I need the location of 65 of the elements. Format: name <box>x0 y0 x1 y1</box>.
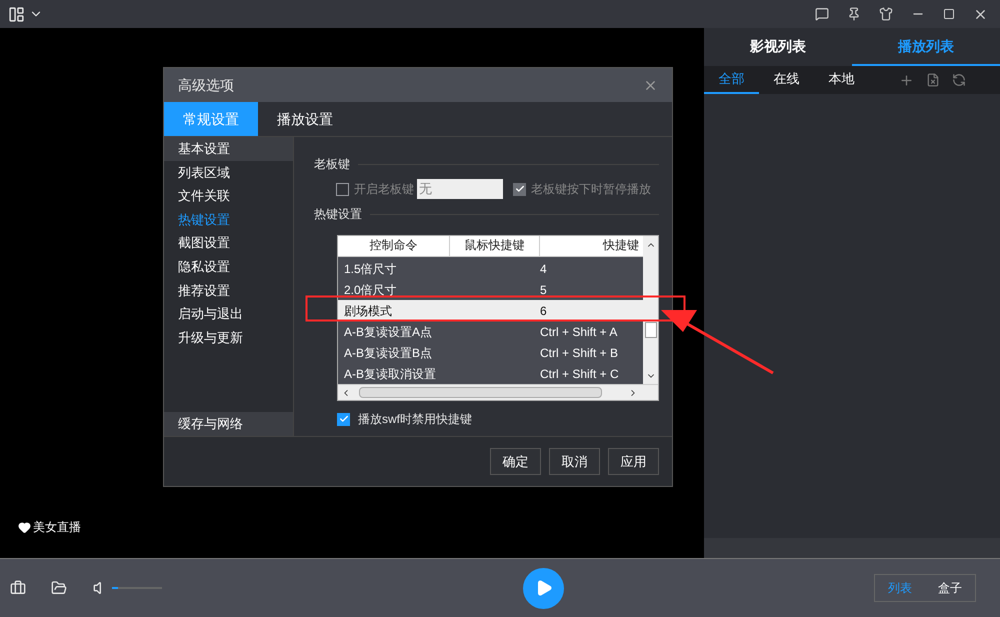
checkbox[interactable] <box>513 182 526 196</box>
table-cell-text: 5 <box>540 282 548 298</box>
dialog-tab[interactable]: 播放设置 <box>258 102 352 136</box>
maximize-icon[interactable] <box>943 8 955 20</box>
section-heading: 热键设置 <box>314 206 362 223</box>
nav-item[interactable]: 截图设置 <box>164 231 293 255</box>
column-header[interactable]: 鼠标快捷键 <box>450 236 540 256</box>
table-cell-text: A-B复读取消设置 <box>343 366 438 382</box>
table-cell-text: 剧场模式 <box>343 302 393 320</box>
nav-item[interactable]: 推荐设置 <box>164 278 293 302</box>
nav-item[interactable]: 列表区域 <box>164 160 293 184</box>
dialog-button[interactable]: 应用 <box>608 448 659 475</box>
nav-item[interactable]: 升级与更新 <box>164 326 293 350</box>
table-cell-text: A-B复读设置A点 <box>343 324 434 340</box>
open-folder-icon[interactable] <box>51 580 67 596</box>
loop-icon[interactable] <box>952 73 966 87</box>
pin-icon[interactable] <box>847 7 861 21</box>
table-cell-text: 2.0倍尺寸 <box>343 282 398 298</box>
table-cell-text: 1.5倍尺寸 <box>343 260 398 278</box>
checkbox[interactable] <box>337 412 350 426</box>
table-row[interactable]: 1.5倍尺寸 4 <box>338 258 643 279</box>
horizontal-scrollbar[interactable] <box>338 384 658 400</box>
shirt-icon[interactable] <box>879 7 893 21</box>
checkbox-label: 播放swf时禁用快捷键 <box>358 411 472 428</box>
play-button[interactable] <box>522 568 564 608</box>
checkbox-label: 老板键按下时暂停播放 <box>531 181 651 198</box>
feedback-icon[interactable] <box>815 7 829 21</box>
dialog-button[interactable]: 确定 <box>490 448 541 475</box>
table-cell-text: Ctrl + Shift + C <box>540 366 620 382</box>
panel-tab[interactable]: 影视列表 <box>704 28 852 66</box>
toolbox-icon[interactable] <box>10 580 26 596</box>
view-toggle[interactable]: 盒子 <box>925 575 975 601</box>
table-row[interactable]: 剧场模式 6 <box>338 300 643 321</box>
dialog-button[interactable]: 取消 <box>549 448 600 475</box>
column-header[interactable]: 快捷键 <box>540 236 643 256</box>
live-link[interactable]: 美女直播 <box>33 518 81 536</box>
nav-item[interactable]: 启动与退出 <box>164 302 293 326</box>
table-cell-text: 6 <box>540 302 548 320</box>
table-cell-text: A-B复读设置B点 <box>343 344 434 362</box>
layout-icon[interactable] <box>8 6 25 22</box>
file-delete-icon[interactable] <box>926 73 940 87</box>
panel-subtab[interactable]: 全部 <box>704 66 759 94</box>
checkbox[interactable] <box>336 182 349 196</box>
add-icon[interactable] <box>899 72 914 88</box>
checkbox-label: 开启老板键 <box>354 181 414 198</box>
table-row[interactable]: A-B复读设置B点 Ctrl + Shift + B <box>338 342 643 363</box>
dialog-title: 高级选项 <box>178 76 235 94</box>
nav-item[interactable]: 缓存与网络 <box>164 412 293 436</box>
column-header[interactable]: 控制命令 <box>338 236 450 256</box>
table-row[interactable]: 2.0倍尺寸 5 <box>338 279 643 300</box>
nav-item[interactable]: 热键设置 <box>164 208 293 232</box>
nav-item[interactable]: 隐私设置 <box>164 254 293 279</box>
panel-subtab[interactable]: 本地 <box>814 66 869 94</box>
scrollbar-thumb[interactable] <box>644 322 656 338</box>
table-cell-text: Ctrl + Shift + B <box>540 344 620 362</box>
table-cell-text: 4 <box>540 260 548 278</box>
table-row[interactable]: A-B复读设置A点 Ctrl + Shift + A <box>338 321 643 342</box>
panel-subtab[interactable]: 在线 <box>759 66 814 94</box>
nav-item[interactable]: 文件关联 <box>164 184 293 208</box>
nav-item[interactable]: 基本设置 <box>164 137 293 161</box>
play-icon <box>535 579 553 597</box>
table-cell-text: Ctrl + Shift + A <box>540 324 618 340</box>
table-row[interactable]: A-B复读取消设置 Ctrl + Shift + C <box>338 363 643 384</box>
heart-icon <box>18 520 31 534</box>
section-heading: 老板键 <box>314 156 350 173</box>
